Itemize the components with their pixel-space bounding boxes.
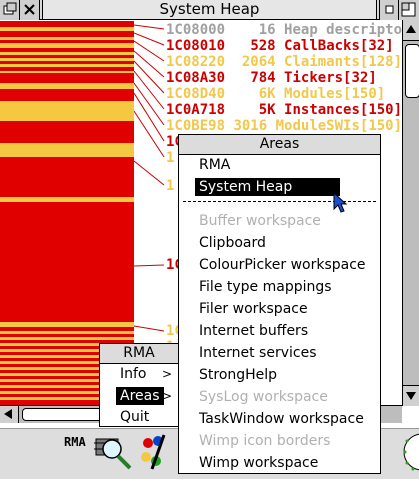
- menu-item-label: Wimp icon borders: [199, 433, 331, 449]
- area-item-wimp-icon-borders: Wimp icon borders: [179, 430, 380, 452]
- menu-item-label: TaskWindow workspace: [199, 411, 364, 427]
- menu-item-label: Internet buffers: [199, 323, 309, 339]
- area-item-colourpicker-workspace[interactable]: ColourPicker workspace: [179, 254, 380, 276]
- vertical-scroll-thumb[interactable]: [405, 44, 419, 98]
- heap-block: [0, 202, 134, 322]
- area-item-syslog-workspace: SysLog workspace: [179, 386, 380, 408]
- heap-block: [0, 73, 134, 83]
- heap-entry: 1C08D40 6K Modules[150]: [166, 86, 386, 102]
- rma-menu-title: RMA: [100, 344, 178, 364]
- menu-item-label: System Heap: [195, 178, 341, 196]
- menu-item-label: RMA: [199, 157, 231, 173]
- heap-entry: 1C08A30 784 Tickers[32]: [166, 70, 377, 86]
- menu-item-label: Areas: [116, 387, 164, 405]
- menu-item-label: Clipboard: [199, 235, 266, 251]
- area-item-rma[interactable]: RMA: [179, 154, 380, 176]
- mouse-pointer-icon: [333, 192, 348, 213]
- paint-app-icon[interactable]: [138, 431, 168, 473]
- heap-block: [0, 101, 134, 121]
- area-item-buffer-workspace: Buffer workspace: [179, 210, 380, 232]
- heap-block: [0, 121, 134, 143]
- heap-entry-fragment: 1: [166, 178, 175, 194]
- toggle-size-icon: [401, 2, 416, 17]
- area-item-clipboard[interactable]: Clipboard: [179, 232, 380, 254]
- area-item-taskwindow-workspace[interactable]: TaskWindow workspace: [179, 408, 380, 430]
- close-button[interactable]: [20, 0, 40, 20]
- area-item-stronghelp[interactable]: StrongHelp: [179, 364, 380, 386]
- rma-inspector-icon[interactable]: [92, 431, 136, 473]
- back-icon: [3, 2, 17, 15]
- rma-menu: RMA Info > Areas > Quit: [99, 343, 179, 427]
- menu-item-label: ColourPicker workspace: [199, 257, 366, 273]
- submenu-arrow-icon: >: [161, 389, 172, 403]
- area-item-internet-services[interactable]: Internet services: [179, 342, 380, 364]
- heap-entry: 1C0A718 5K Instances[150]: [166, 102, 403, 118]
- rma-icon-label: RMA: [64, 435, 86, 449]
- menu-item-label: SysLog workspace: [199, 389, 328, 405]
- heap-entry-fragment: 1: [166, 150, 175, 166]
- arrow-down-icon: [406, 392, 416, 400]
- clock-face-icon: [403, 433, 419, 471]
- area-item-wimp-workspace[interactable]: Wimp workspace: [179, 452, 380, 474]
- toggle-size-button[interactable]: [399, 0, 419, 20]
- title-bar[interactable]: System Heap: [0, 0, 419, 20]
- iconise-button[interactable]: [379, 0, 399, 20]
- menu-item-label: Internet services: [199, 345, 317, 361]
- menu-item-label: Buffer workspace: [199, 213, 321, 229]
- window-title: System Heap: [42, 0, 377, 19]
- menu-item-label: Wimp workspace: [199, 455, 319, 471]
- heap-entry: 1C0BE98 3016 ModuleSWIs[150]: [166, 118, 403, 134]
- menu-item-info[interactable]: Info >: [100, 363, 178, 385]
- heap-block: [0, 143, 134, 157]
- close-icon: [24, 4, 35, 15]
- magnifier-chip-icon: [94, 438, 132, 470]
- menu-item-quit[interactable]: Quit: [100, 406, 178, 428]
- back-button[interactable]: [0, 0, 20, 20]
- paintbrush-icon: [141, 434, 166, 470]
- arrow-left-icon: [4, 409, 12, 419]
- areas-menu-title: Areas: [179, 135, 380, 155]
- scroll-left-button[interactable]: [0, 406, 19, 423]
- menu-item-label: Filer workspace: [199, 301, 308, 317]
- heap-block: [0, 157, 134, 197]
- scroll-down-button[interactable]: [403, 385, 419, 406]
- submenu-arrow-icon: >: [161, 367, 172, 381]
- heap-entry: 1C08010 528 CallBacks[32]: [166, 38, 394, 54]
- heap-entry: 1C08000 16 Heap descriptor: [166, 22, 411, 38]
- areas-menu: Areas RMA System Heap Buffer workspace C…: [178, 134, 381, 474]
- iconise-icon: [385, 5, 394, 14]
- scroll-up-button[interactable]: [403, 20, 419, 41]
- menu-item-areas[interactable]: Areas >: [100, 385, 178, 407]
- area-item-internet-buffers[interactable]: Internet buffers: [179, 320, 380, 342]
- menu-item-label: Info: [120, 366, 147, 382]
- menu-item-label: Quit: [120, 409, 150, 425]
- arrow-up-icon: [406, 25, 416, 33]
- heap-block: [0, 89, 134, 101]
- menu-item-label: File type mappings: [199, 279, 332, 295]
- vertical-scrollbar[interactable]: [402, 20, 419, 406]
- clock-icon[interactable]: [398, 429, 419, 475]
- menu-item-label: StrongHelp: [199, 367, 278, 383]
- area-item-file-type-mappings[interactable]: File type mappings: [179, 276, 380, 298]
- area-item-filer-workspace[interactable]: Filer workspace: [179, 298, 380, 320]
- area-item-system-heap[interactable]: System Heap: [179, 176, 380, 198]
- heap-entry: 1C08220 2064 Claimants[128]: [166, 54, 403, 70]
